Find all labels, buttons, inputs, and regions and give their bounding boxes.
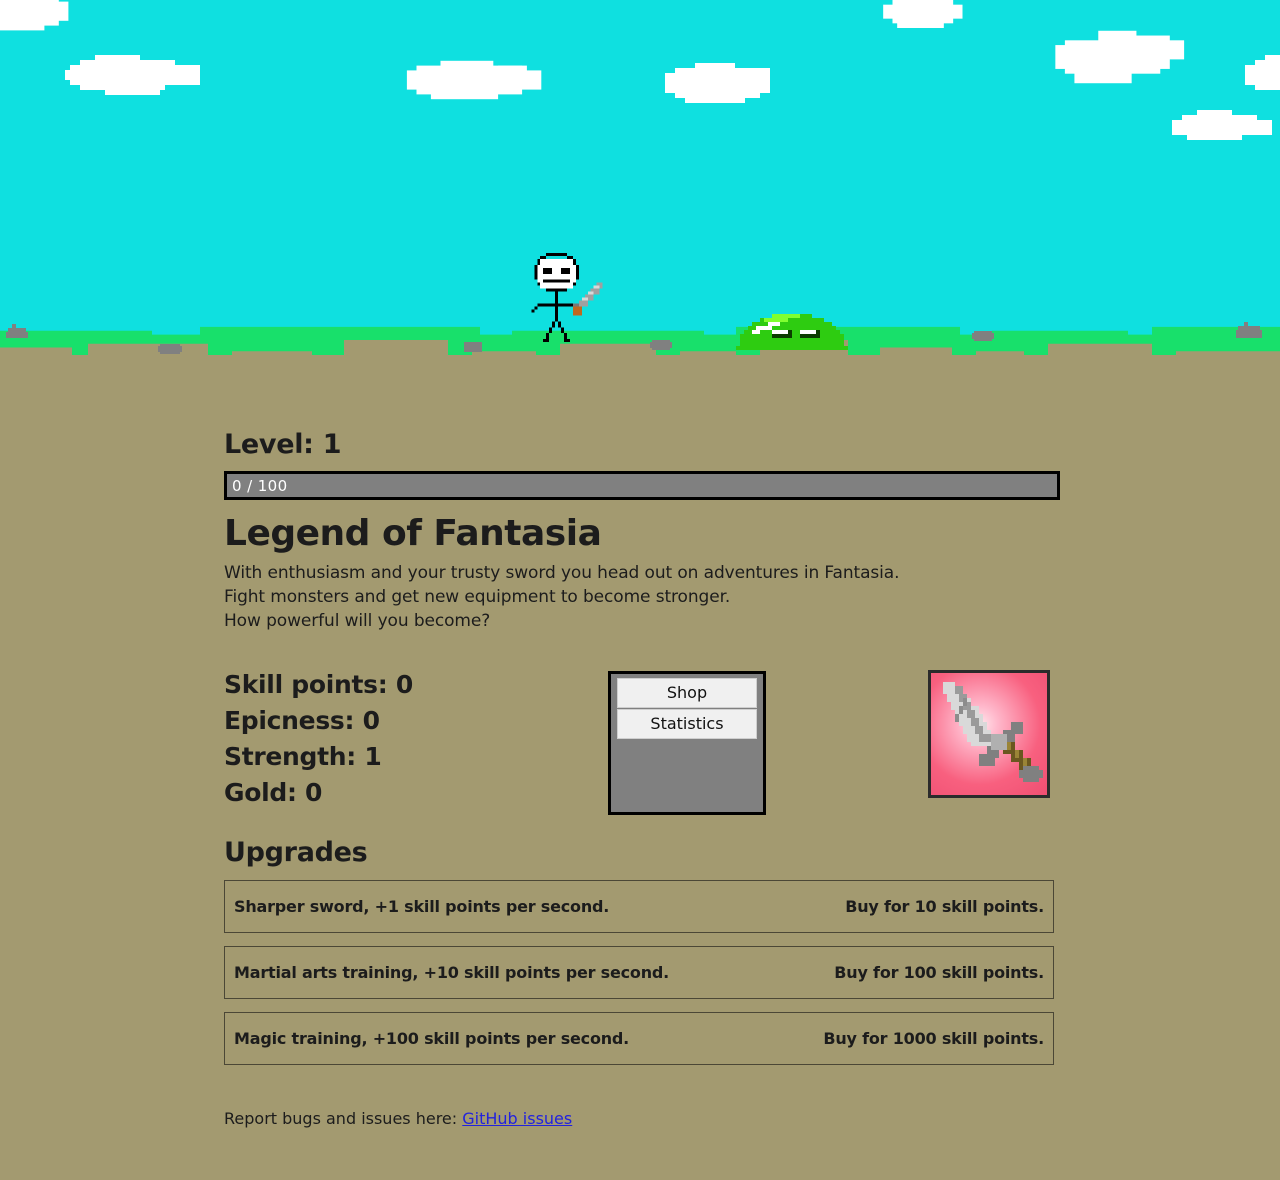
cloud-icon [665,63,770,103]
sword-icon [943,681,1043,782]
level-label: Level: 1 [224,429,342,460]
stats-and-menu-row: Skill points: 0 Epicness: 0 Strength: 1 … [224,667,1056,815]
stats-list: Skill points: 0 Epicness: 0 Strength: 1 … [224,667,413,811]
game-ui: Level: 1 0 / 100 Legend of Fantasia With… [0,385,1280,1128]
dirt-layer [0,340,1280,385]
upgrade-name: Sharper sword, +1 skill points per secon… [234,896,610,916]
upgrade-row[interactable]: Magic training, +100 skill points per se… [224,1011,1054,1065]
cloud-icon [65,55,200,95]
description-line-2: Fight monsters and get new equipment to … [224,586,731,607]
rock-icon [158,344,182,354]
upgrade-row[interactable]: Sharper sword, +1 skill points per secon… [224,879,1054,933]
stat-gold: Gold: 0 [224,777,323,807]
rock-icon [972,331,994,341]
description-line-1: With enthusiasm and your trusty sword yo… [224,562,900,583]
xp-progress-text: 0 / 100 [232,476,288,495]
footer: Report bugs and issues here: GitHub issu… [224,1109,1056,1128]
github-issues-link[interactable]: GitHub issues [462,1109,572,1128]
cloud-icon [406,60,542,100]
upgrade-price: Buy for 100 skill points. [834,962,1044,982]
stat-strength: Strength: 1 [224,741,382,771]
xp-progress-bar: 0 / 100 [224,471,1060,500]
rock-icon [650,340,672,350]
rock-icon [1236,322,1262,338]
green-slime-icon [736,314,848,350]
stick-figure-hero-icon [531,252,603,343]
statistics-button[interactable]: Statistics [617,708,757,739]
upgrades-heading: Upgrades [224,836,368,868]
upgrade-name: Martial arts training, +10 skill points … [234,962,670,982]
description-line-3: How powerful will you become? [224,610,491,631]
rock-icon [6,324,28,338]
menu-panel: Shop Statistics [608,670,766,815]
shop-button[interactable]: Shop [617,677,757,708]
cloud-icon [1245,55,1280,90]
upgrade-name: Magic training, +100 skill points per se… [234,1028,630,1048]
upgrade-price: Buy for 10 skill points. [845,896,1044,916]
footer-text: Report bugs and issues here: [224,1108,458,1128]
cloud-icon [1055,30,1185,84]
stat-skill-points: Skill points: 0 [224,669,413,699]
stat-epicness: Epicness: 0 [224,705,380,735]
equipped-sword-slot[interactable] [928,669,1050,798]
cloud-icon [883,0,963,28]
cloud-icon [1172,110,1272,140]
upgrade-price: Buy for 1000 skill points. [823,1028,1044,1048]
page-title: Legend of Fantasia [224,513,602,554]
game-scene [0,0,1280,385]
rock-icon [464,342,482,352]
cloud-icon [0,0,69,31]
upgrade-row[interactable]: Martial arts training, +10 skill points … [224,945,1054,999]
